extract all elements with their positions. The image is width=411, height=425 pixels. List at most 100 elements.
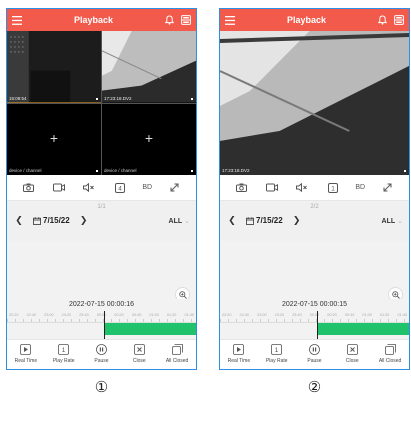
status-dot (96, 97, 98, 100)
pause-button[interactable]: Pause (83, 343, 119, 364)
empty-cell-4[interactable]: + device / channel (102, 103, 196, 175)
date-value: 7/15/22 (43, 216, 70, 225)
status-dot (191, 170, 193, 172)
video-cell-1[interactable]: 15:09:54 (7, 31, 101, 103)
date-picker[interactable]: 7/15/22 (246, 216, 283, 225)
record-video-icon[interactable] (264, 180, 280, 196)
pause-label: Pause (94, 358, 109, 364)
svg-text:1: 1 (275, 347, 279, 354)
pause-button[interactable]: Pause (296, 343, 332, 364)
video-timestamp: 17:23:18.DV2 (104, 95, 132, 101)
bell-icon[interactable] (165, 15, 174, 25)
control-toolbar: 4 BD (7, 175, 196, 201)
channel-4-icon[interactable]: 4 (112, 180, 128, 196)
real-time-button[interactable]: Real Time (221, 343, 257, 364)
pause-icon (308, 343, 320, 355)
calendar-icon (246, 216, 254, 225)
timeline[interactable]: 2022-07-15 00:00:16 22:20 22:40 23:00 23… (7, 299, 196, 341)
video-area: 15:09:54 17:23:18.DV2 + device / channel (7, 31, 196, 175)
control-toolbar: 1 BD (220, 175, 409, 201)
fullscreen-icon[interactable] (167, 180, 183, 196)
add-channel-icon[interactable]: + (50, 130, 58, 146)
quality-bd-toggle[interactable]: BD (142, 184, 152, 191)
real-time-icon (20, 343, 32, 355)
next-day-arrow[interactable]: ❯ (78, 215, 90, 226)
real-time-label: Real Time (14, 358, 38, 364)
svg-text:4: 4 (118, 185, 122, 192)
close-label: Close (132, 358, 146, 364)
close-button[interactable]: Close (121, 343, 157, 364)
real-time-icon (233, 343, 245, 355)
current-time: 2022-07-15 00:00:16 (69, 301, 134, 308)
mute-icon[interactable] (294, 180, 310, 196)
video-cell-1[interactable]: 17:23:18.DV2 (220, 31, 409, 175)
svg-text:1: 1 (62, 347, 66, 354)
real-time-label: Real Time (227, 358, 251, 364)
prev-day-arrow[interactable]: ❮ (13, 215, 25, 226)
zoom-in-icon (391, 290, 400, 299)
video-timestamp: 17:23:18.DV2 (222, 168, 250, 173)
calendar-icon (33, 216, 41, 225)
recording-segment (318, 323, 409, 335)
filter-dropdown[interactable]: ALL ⌄ (169, 217, 190, 225)
menu-icon[interactable] (12, 15, 22, 25)
split-screen-icon[interactable] (181, 15, 191, 25)
bell-icon[interactable] (378, 15, 387, 25)
play-rate-label: Play Rate (265, 358, 288, 364)
status-dot (404, 170, 406, 172)
play-rate-button[interactable]: 1 Play Rate (259, 343, 295, 364)
filter-dropdown[interactable]: ALL ⌄ (382, 217, 403, 225)
cell-label: device / channel (9, 168, 42, 173)
page-title: Playback (286, 15, 327, 25)
pause-label: Pause (307, 358, 322, 364)
page-title: Playback (73, 15, 114, 25)
close-label: Close (345, 358, 359, 364)
all-closed-button[interactable]: All Closed (372, 343, 408, 364)
timeline-empty-area (7, 241, 196, 302)
recording-segment (105, 323, 196, 335)
close-icon (346, 343, 358, 355)
record-video-icon[interactable] (51, 180, 67, 196)
prev-day-arrow[interactable]: ❮ (226, 215, 238, 226)
svg-text:1: 1 (331, 185, 335, 192)
date-bar: 2/2 ❮ 7/15/22 ❯ ALL ⌄ (220, 201, 409, 241)
playhead[interactable] (317, 311, 319, 339)
top-bar: Playback (7, 9, 196, 31)
chevron-down-icon: ⌄ (184, 217, 190, 225)
video-area: 17:23:18.DV2 (220, 31, 409, 175)
empty-cell-3[interactable]: + device / channel (7, 103, 101, 175)
phone-screen-2: Playback 17:23:18.DV2 1 BD 2/2 ❮ 7/15/22… (219, 8, 410, 370)
close-icon (133, 343, 145, 355)
timeline[interactable]: 2022-07-15 00:00:15 22:20 22:40 23:00 23… (220, 299, 409, 341)
status-dot (191, 97, 193, 100)
camera-icon[interactable] (233, 180, 249, 196)
date-picker[interactable]: 7/15/22 (33, 216, 70, 225)
video-cell-2[interactable]: 17:23:18.DV2 (102, 31, 196, 103)
quality-bd-toggle[interactable]: BD (355, 184, 365, 191)
timeline-empty-area (220, 241, 409, 302)
fullscreen-icon[interactable] (380, 180, 396, 196)
menu-icon[interactable] (225, 15, 235, 25)
mute-icon[interactable] (81, 180, 97, 196)
all-closed-label: All Closed (165, 358, 189, 364)
split-screen-icon[interactable] (394, 15, 404, 25)
top-bar: Playback (220, 9, 409, 31)
channel-1-icon[interactable]: 1 (325, 180, 341, 196)
close-button[interactable]: Close (334, 343, 370, 364)
caption-2: ② (307, 378, 322, 396)
play-rate-icon: 1 (271, 343, 283, 355)
add-channel-icon[interactable]: + (145, 130, 153, 146)
all-closed-button[interactable]: All Closed (159, 343, 195, 364)
date-value: 7/15/22 (256, 216, 283, 225)
play-rate-label: Play Rate (52, 358, 75, 364)
all-closed-icon (171, 343, 183, 355)
playhead[interactable] (104, 311, 106, 339)
play-rate-button[interactable]: 1 Play Rate (46, 343, 82, 364)
real-time-button[interactable]: Real Time (8, 343, 44, 364)
date-bar: 1/1 ❮ 7/15/22 ❯ ALL ⌄ (7, 201, 196, 241)
phone-screen-1: Playback 15:09:54 17:23:18.DV2 + device … (6, 8, 197, 370)
next-day-arrow[interactable]: ❯ (291, 215, 303, 226)
camera-icon[interactable] (20, 180, 36, 196)
current-time: 2022-07-15 00:00:15 (282, 301, 347, 308)
play-rate-icon: 1 (58, 343, 70, 355)
